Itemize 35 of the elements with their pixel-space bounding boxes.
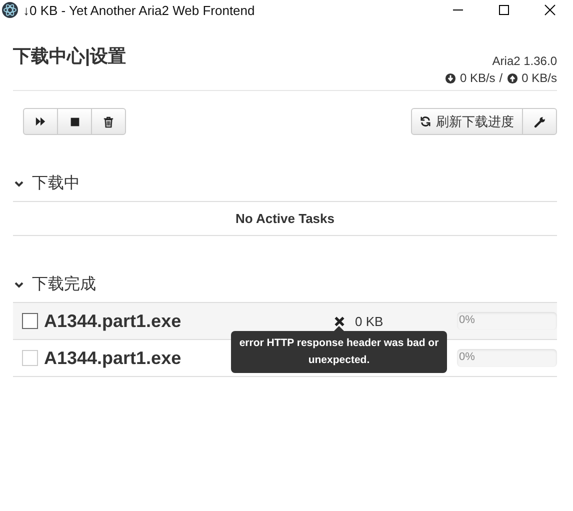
trash-icon [103, 116, 114, 128]
version-text: Aria2 1.36.0 [492, 53, 557, 70]
chevron-down-icon[interactable] [14, 178, 24, 188]
close-icon [544, 4, 556, 16]
wrench-button[interactable] [522, 108, 557, 135]
delete-button[interactable] [91, 108, 126, 135]
tooltip-arrow [334, 326, 344, 330]
wrench-icon [534, 116, 546, 128]
error-x-icon [334, 316, 345, 326]
app-logo-icon [2, 2, 18, 18]
upload-icon [506, 73, 518, 84]
task-size: 0 KB [355, 314, 384, 328]
task-name: A1344.part1.exe [44, 310, 182, 332]
upload-speed: 0 KB/s [522, 70, 557, 87]
section-title: 下载中 [32, 174, 80, 194]
error-tooltip: error HTTP response header was bad or unexpected. [231, 330, 447, 372]
section-title: 下载完成 [32, 274, 96, 295]
task-name: A1344.part1.exe [44, 348, 182, 368]
empty-message: No Active Tasks [13, 202, 557, 236]
checkbox[interactable] [22, 313, 38, 329]
fast-forward-icon [35, 116, 46, 127]
download-speed: 0 KB/s [460, 70, 496, 87]
maximize-icon [498, 4, 510, 16]
window-title: ↓0 KB - Yet Another Aria2 Web Frontend [23, 2, 255, 18]
separator-text: / [499, 70, 503, 87]
progress-percent: 0% [459, 314, 475, 326]
refresh-button[interactable]: 刷新下载进度 [411, 108, 523, 135]
download-icon [444, 73, 456, 84]
start-button[interactable] [23, 108, 58, 135]
page-title: 下载中心|设置 [13, 45, 126, 68]
stop-button[interactable] [57, 108, 92, 135]
chevron-down-icon[interactable] [14, 280, 24, 290]
refresh-icon [420, 116, 431, 127]
stop-icon [70, 116, 80, 126]
progress-percent: 0% [459, 351, 475, 363]
